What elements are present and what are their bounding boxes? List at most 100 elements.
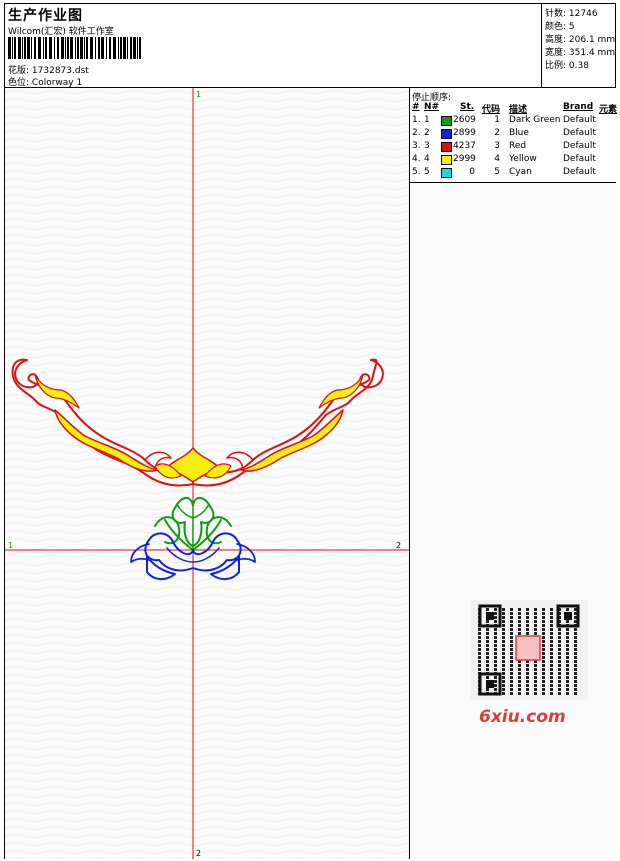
table-row[interactable]: 3. 3 4237 3 Red Default	[410, 141, 616, 154]
table-row[interactable]: 1. 1 2609 1 Dark Green Default	[410, 115, 616, 128]
qr-module	[494, 644, 497, 647]
qr-module	[486, 688, 489, 691]
qr-module	[502, 644, 505, 647]
qr-module	[510, 680, 513, 683]
qr-module	[558, 652, 561, 655]
row-description: Red	[509, 141, 527, 151]
barcode-bar	[75, 37, 76, 59]
table-row[interactable]: 4. 4 2999 4 Yellow Default	[410, 154, 616, 167]
qr-module	[478, 632, 481, 635]
table-header: # N# St. 代码 描述 Brand 元素	[410, 102, 617, 115]
qr-module	[558, 672, 561, 675]
qr-module	[566, 640, 569, 643]
company-name: Wilcom(汇宏) 软件工作室	[8, 27, 114, 37]
qr-module	[550, 616, 553, 619]
qr-module	[486, 632, 489, 635]
qr-module	[478, 660, 481, 663]
row-code: 4	[494, 154, 500, 164]
barcode-bar	[43, 37, 44, 59]
qr-module	[526, 616, 529, 619]
qr-module	[534, 620, 537, 623]
qr-module	[502, 652, 505, 655]
qr-module	[542, 632, 545, 635]
stop-sequence-table: 停止顺序: # N# St. 代码 描述 Brand 元素 1. 1 2609 1 Da…	[410, 88, 617, 183]
color-swatch	[441, 129, 452, 139]
barcode-bar	[118, 37, 119, 59]
table-row[interactable]: 2. 2 2899 2 Blue Default	[410, 128, 616, 141]
qr-module	[550, 620, 553, 623]
qr-module	[526, 628, 529, 631]
qr-module	[566, 628, 569, 631]
qr-module	[542, 608, 545, 611]
qr-module	[478, 628, 481, 631]
barcode-bar	[77, 37, 79, 59]
qr-module	[494, 648, 497, 651]
barcode-bar	[109, 37, 111, 59]
qr-module	[574, 684, 577, 687]
qr-module	[542, 684, 545, 687]
qr-module	[526, 612, 529, 615]
qr-module	[542, 644, 545, 647]
qr-code-icon	[470, 600, 588, 700]
qr-module	[502, 680, 505, 683]
qr-module	[550, 608, 553, 611]
qr-module	[526, 632, 529, 635]
qr-module	[550, 672, 553, 675]
barcode-bar	[34, 37, 36, 59]
qr-module	[502, 656, 505, 659]
barcode-bar	[38, 37, 41, 59]
qr-module	[518, 620, 521, 623]
qr-module	[526, 684, 529, 687]
qr-module	[558, 660, 561, 663]
qr-module	[566, 620, 569, 623]
stats-panel: 针数: 12746 颜色: 5 高度: 206.1 mm 宽度: 351.4 m…	[542, 4, 616, 88]
qr-module	[542, 620, 545, 623]
qr-module	[574, 668, 577, 671]
qr-module	[518, 628, 521, 631]
row-stitches: 2999	[453, 154, 476, 164]
qr-module	[574, 652, 577, 655]
qr-module	[486, 648, 489, 651]
barcode-bar	[101, 37, 104, 59]
qr-module	[574, 640, 577, 643]
qr-module	[486, 644, 489, 647]
qr-module	[494, 640, 497, 643]
colorway-label: 色位:	[8, 78, 30, 88]
qr-module	[566, 608, 569, 611]
color-swatch	[441, 142, 452, 152]
row-code: 3	[494, 141, 500, 151]
qr-module	[542, 680, 545, 683]
qr-module	[566, 692, 569, 695]
qr-module	[494, 608, 497, 611]
qr-module	[550, 668, 553, 671]
qr-module	[494, 616, 497, 619]
design-width: 宽度: 351.4 mm	[545, 45, 615, 58]
design-canvas[interactable]: 1 2 1 2	[5, 88, 410, 859]
qr-module	[494, 680, 497, 683]
table-row[interactable]: 5. 5 0 5 Cyan Default	[410, 167, 616, 180]
qr-code-graphic	[470, 600, 588, 700]
qr-module	[574, 664, 577, 667]
qr-module	[566, 668, 569, 671]
barcode-bar	[54, 37, 55, 59]
qr-module	[550, 632, 553, 635]
qr-module	[566, 632, 569, 635]
qr-module	[494, 684, 497, 687]
qr-module	[502, 636, 505, 639]
qr-module	[534, 684, 537, 687]
col-code: 代码	[482, 105, 501, 115]
qr-module	[486, 640, 489, 643]
qr-module	[486, 608, 489, 611]
qr-module	[542, 636, 545, 639]
qr-module	[574, 628, 577, 631]
qr-module	[526, 680, 529, 683]
qr-module	[502, 664, 505, 667]
design-scale: 比例: 0.38	[545, 58, 589, 71]
row-stitches: 0	[469, 167, 475, 177]
barcode-bar	[49, 37, 52, 59]
qr-module	[502, 648, 505, 651]
qr-module	[542, 624, 545, 627]
qr-module	[518, 616, 521, 619]
barcode-bar	[31, 37, 32, 59]
barcode-bar	[12, 37, 13, 59]
